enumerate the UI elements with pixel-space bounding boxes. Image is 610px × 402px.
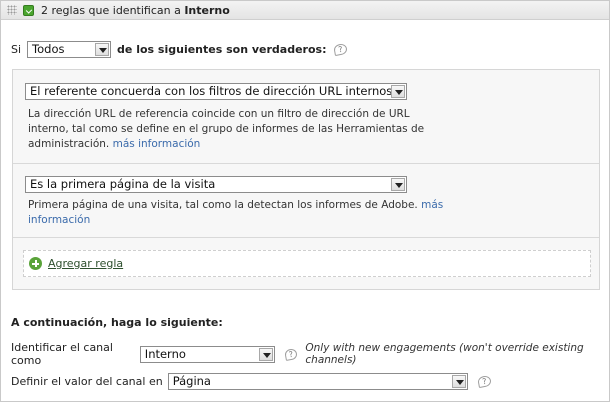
identify-channel-label: Identificar el canal como [11,341,113,367]
add-rule-area[interactable]: Agregar regla [23,250,591,277]
if-label: Si [11,43,22,56]
more-info-link[interactable]: más información [113,138,201,150]
channel-value-select-value: Página [172,374,211,388]
rule-description-text: administración. [28,138,110,150]
help-icon[interactable]: ? [476,374,492,389]
match-type-select[interactable]: Todos [27,41,112,58]
help-icon[interactable]: ? [284,347,299,361]
drag-handle-icon[interactable] [7,5,17,15]
help-icon[interactable]: ? [333,42,349,57]
rule-set-icon [23,4,34,16]
add-rule-link[interactable]: Agregar regla [48,257,123,270]
rule-criteria-select[interactable]: El referente concuerda con los filtros d… [25,83,407,100]
chevron-down-icon[interactable] [391,178,405,191]
channel-value-row: Definir el valor del canal en Página ? [11,373,492,390]
match-condition-row: Si Todos de los siguientes son verdadero… [11,41,349,58]
panel-title: 2 reglas que identifican a Interno [41,4,230,17]
rule-description-line: interno, tal como se define en el grupo … [28,123,425,135]
more-info-link-continued[interactable]: información [28,213,588,228]
then-section-title: A continuación, haga lo siguiente: [11,316,223,329]
channel-value-label: Definir el valor del canal en [11,375,163,388]
rule-item: El referente concuerda con los filtros d… [13,70,599,164]
chevron-down-icon[interactable] [259,347,274,361]
rule-criteria-value: El referente concuerda con los filtros d… [30,84,393,98]
engagement-note: Only with new engagements (won't overrid… [305,342,584,366]
chevron-down-icon[interactable] [391,85,405,98]
rule-description: Primera página de una visita, tal como l… [28,198,588,228]
rule-description-line: La dirección URL de referencia coincide … [28,108,410,120]
rule-criteria-value: Es la primera página de la visita [30,177,216,191]
channel-select[interactable]: Interno [139,345,276,363]
panel-title-channel: Interno [184,3,230,17]
panel-title-prefix: 2 reglas que identifican a [41,3,181,17]
chevron-down-icon[interactable] [95,43,110,56]
channel-select-value: Interno [144,346,186,361]
rule-item: Es la primera página de la visita Primer… [13,165,599,238]
add-icon[interactable] [29,257,42,270]
match-type-value: Todos [32,42,65,56]
panel-header[interactable]: 2 reglas que identifican a Interno [1,1,609,20]
rule-criteria-select[interactable]: Es la primera página de la visita [25,176,407,193]
channel-value-select[interactable]: Página [167,373,468,390]
rule-set-panel: 2 reglas que identifican a Interno Si To… [0,0,610,402]
rule-description: La dirección URL de referencia coincide … [28,107,588,152]
identify-channel-row: Identificar el canal como Interno ? Only… [11,341,609,367]
rule-description-text: Primera página de una visita, tal como l… [28,199,418,211]
rule-description-line-last: administración. más información [28,137,588,152]
rule-description-line: Primera página de una visita, tal como l… [28,198,588,213]
more-info-link[interactable]: más [421,199,443,211]
rules-container: El referente concuerda con los filtros d… [12,69,600,290]
match-condition-suffix: de los siguientes son verdaderos: [117,43,327,56]
chevron-down-icon[interactable] [451,375,466,388]
